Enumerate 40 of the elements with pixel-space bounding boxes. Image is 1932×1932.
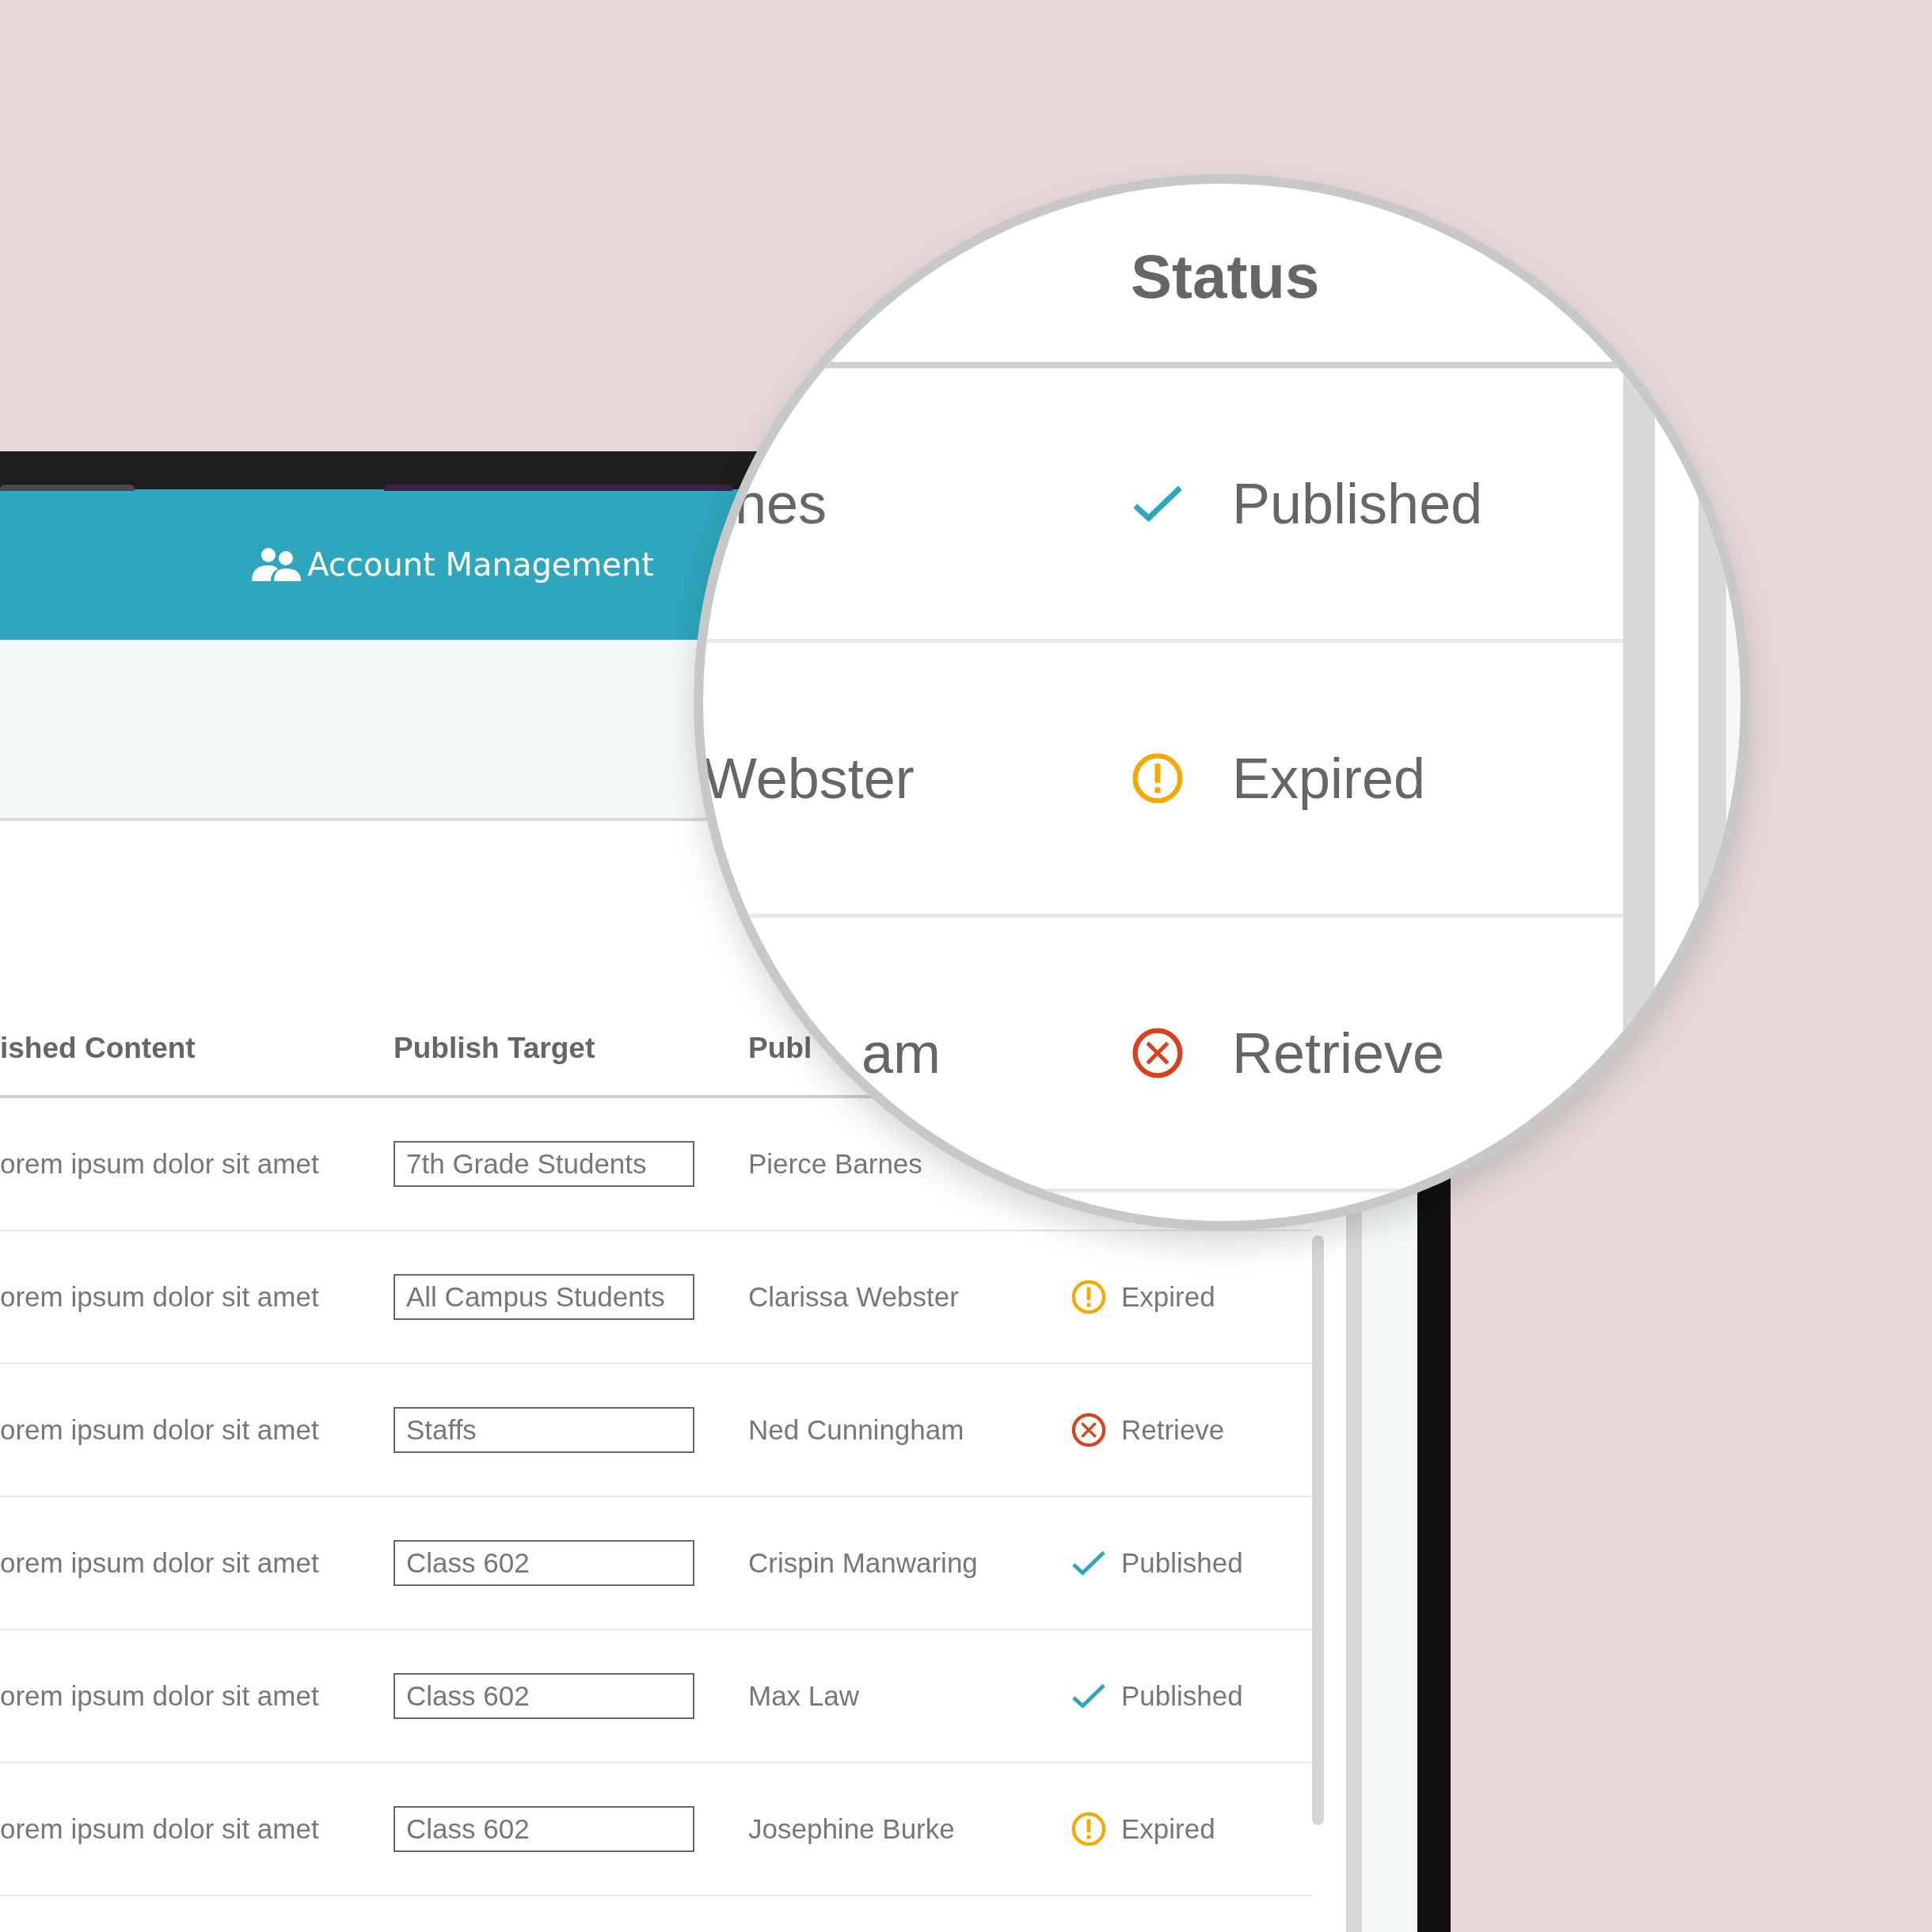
content-text: orem ipsum dolor sit amet bbox=[0, 1414, 319, 1445]
target-field[interactable]: Class 602 bbox=[394, 1806, 694, 1852]
status-text: Expired bbox=[1121, 1281, 1215, 1313]
content-text: orem ipsum dolor sit amet bbox=[0, 1680, 319, 1711]
publisher-name: Ned Cunningham bbox=[748, 1414, 964, 1445]
content-text: orem ipsum dolor sit amet bbox=[0, 1148, 319, 1179]
users-icon bbox=[252, 548, 302, 581]
exclamation-circle-icon bbox=[1071, 1279, 1107, 1315]
content-text: orem ipsum dolor sit amet bbox=[0, 1813, 319, 1844]
column-header: Status bbox=[1131, 241, 1320, 313]
status-text: Retrieve bbox=[1232, 1021, 1445, 1086]
column-header: Publish Target bbox=[394, 1032, 595, 1064]
scrollbar-thumb[interactable] bbox=[1312, 1235, 1324, 1825]
publisher-name: am bbox=[861, 1021, 941, 1085]
status-text: Retrieve bbox=[1121, 1414, 1225, 1446]
exclamation-circle-icon bbox=[1131, 751, 1185, 805]
publisher-name: Josephine Burke bbox=[748, 1813, 955, 1844]
publisher-name: Clarissa Webster bbox=[748, 1281, 959, 1312]
x-circle-icon bbox=[1131, 1026, 1185, 1080]
publisher-name: Max Law bbox=[748, 1680, 860, 1711]
target-field[interactable]: Staffs bbox=[394, 1407, 694, 1453]
target-field[interactable]: Class 602 bbox=[394, 1673, 694, 1719]
column-header: Publ bbox=[748, 1032, 812, 1064]
status-text: Published bbox=[1232, 471, 1483, 536]
publisher-name: Crispin Manwaring bbox=[748, 1547, 978, 1578]
status-text: Published bbox=[1121, 1547, 1243, 1579]
exclamation-circle-icon bbox=[1071, 1811, 1107, 1847]
status-text: Expired bbox=[1232, 746, 1426, 811]
column-header: ished Content bbox=[0, 1032, 196, 1064]
target-field[interactable]: All Campus Students bbox=[394, 1274, 694, 1320]
target-field[interactable]: Class 602 bbox=[394, 1540, 694, 1586]
publisher-name: Webster bbox=[703, 747, 915, 810]
status-text: Published bbox=[1121, 1680, 1243, 1712]
status-text: Expired bbox=[1121, 1813, 1215, 1845]
x-circle-icon bbox=[1071, 1412, 1107, 1448]
target-field[interactable]: 7th Grade Students bbox=[394, 1141, 694, 1187]
content-text: orem ipsum dolor sit amet bbox=[0, 1547, 319, 1578]
account-management-link[interactable]: Account Management bbox=[252, 546, 654, 583]
content-text: orem ipsum dolor sit amet bbox=[0, 1281, 319, 1312]
publisher-name: Pierce Barnes bbox=[748, 1148, 922, 1179]
